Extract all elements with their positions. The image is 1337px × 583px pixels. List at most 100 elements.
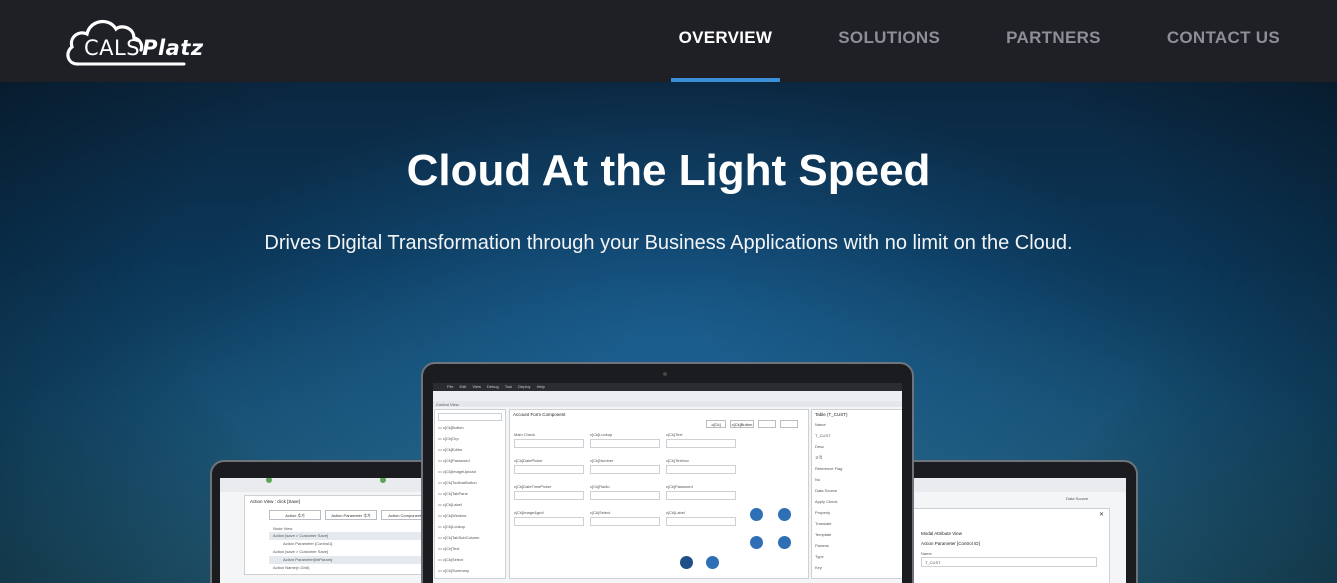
- right-side-label: Data Source: [1066, 496, 1089, 501]
- hero-title: Cloud At the Light Speed: [406, 146, 931, 195]
- center-form-canvas: Account Form Component c[Ck] c[Ck]Button…: [509, 409, 809, 579]
- property-item: Type: [815, 554, 824, 559]
- form-field-input: [590, 517, 660, 526]
- control-list-item: ▭ c[Ck]Summary: [438, 568, 470, 573]
- action-add-button: Action 추가: [269, 510, 321, 520]
- form-field-input: [666, 465, 736, 474]
- property-item: Data Source: [815, 488, 838, 493]
- center-menu-items: File Edit View Debug Tool Deploy Help: [447, 384, 545, 389]
- form-field-label: c[Ck]Password: [666, 484, 693, 489]
- center-toolbar: [433, 391, 902, 401]
- right-field-input: T_CUST: [921, 557, 1097, 567]
- form-field-label: c[Ck]Lookup: [590, 432, 613, 437]
- left-dialog-title: Action View : click [Save]: [250, 499, 300, 504]
- left-tablet-screen: Action View : click [Save] Action 추가 Act…: [220, 478, 438, 583]
- right-field-value: T_CUST: [925, 560, 941, 565]
- control-list-item: ▭ c[Ck]Password: [438, 458, 470, 463]
- form-field-input: [666, 439, 736, 448]
- right-field-label: Name: [921, 551, 932, 556]
- form-field-input: [514, 491, 584, 500]
- center-tablet-screen: File Edit View Debug Tool Deploy Help Control …: [433, 383, 902, 583]
- property-item: 고객: [815, 455, 823, 460]
- left-action-dialog: Action View : click [Save] Action 추가 Act…: [244, 495, 438, 575]
- form-field-input: [666, 517, 736, 526]
- center-menu-item: Help: [536, 384, 545, 389]
- property-item: No: [815, 477, 821, 482]
- left-tree-item: Action [save > Customer Save]: [273, 549, 329, 554]
- hero-subtitle: Drives Digital Transformation through yo…: [264, 232, 1073, 254]
- form-field-label: c[Ck]DatePicker: [514, 458, 543, 463]
- logo-wordmark: CALSPlatz: [84, 36, 204, 60]
- control-list-item: ▭ c[Ck]ToolbarButton: [438, 480, 477, 485]
- close-icon: ✕: [1098, 512, 1104, 518]
- center-form-title: Account Form Component: [513, 412, 566, 417]
- nav-item-partners[interactable]: PARTNERS: [973, 0, 1134, 82]
- right-tablet-screen: Data Source ✕ Modal Attribute View Actio…: [894, 478, 1126, 583]
- left-tree-item: Action Parameter[intParam]: [283, 557, 333, 562]
- center-tabbar: [433, 401, 902, 407]
- form-field-input: [590, 439, 660, 448]
- control-list-item: ▭ c[Ck]Text: [438, 546, 460, 551]
- camera-icon: [663, 372, 667, 376]
- main-menu: OVERVIEW SOLUTIONS PARTNERS CONTACT US: [646, 0, 1280, 82]
- window-icon: [778, 508, 791, 521]
- center-control-list: ▭ c[Ck]Button ▭ c[Ck]Grp ▭ c[Ck]Editor ▭ c[…: [434, 409, 506, 579]
- left-tablet-mockup: Action View : click [Save] Action 추가 Act…: [210, 460, 440, 583]
- right-dialog-title: Modal Attribute View: [921, 531, 962, 536]
- center-tablet-mockup: File Edit View Debug Tool Deploy Help Control …: [421, 362, 914, 583]
- mini-button: [758, 420, 776, 428]
- right-tablet-mockup: Data Source ✕ Modal Attribute View Actio…: [892, 460, 1138, 583]
- control-list-item: ▭ c[Ck]ImageUpload: [438, 469, 476, 474]
- control-list-item: ▭ c[Ck]Label: [438, 502, 462, 507]
- cals-platz-logo[interactable]: CALSPlatz: [64, 12, 214, 68]
- control-list-item: ▭ c[Ck]Grp: [438, 436, 459, 441]
- form-field-input: [590, 491, 660, 500]
- mini-button: c[Ck]Button: [730, 420, 754, 428]
- center-menu-item: Deploy: [518, 384, 531, 389]
- mini-button: c[Ck]: [706, 420, 726, 428]
- center-menu-item: View: [472, 384, 481, 389]
- form-field-label: c[Ck]Label: [666, 510, 685, 515]
- property-item: Apply Check: [815, 499, 838, 504]
- hero-section: Cloud At the Light Speed Drives Digital …: [0, 82, 1337, 583]
- right-dialog-subtitle: Action Parameter [Control ID]: [921, 541, 980, 546]
- property-item: T_CUST: [815, 433, 831, 438]
- center-panel-title: Control View: [436, 402, 459, 407]
- control-list-item: ▭ c[Ck]Button: [438, 425, 464, 430]
- left-tree-header: Node View: [273, 526, 293, 531]
- form-field-input: [514, 465, 584, 474]
- nav-item-overview[interactable]: OVERVIEW: [646, 0, 806, 82]
- center-menu-item: Tool: [504, 384, 513, 389]
- property-item: Key: [815, 565, 822, 570]
- control-list-item: ▭ c[Ck]Editor: [438, 447, 463, 452]
- top-nav-bar: CALSPlatz OVERVIEW SOLUTIONS PARTNERS CO…: [0, 0, 1337, 82]
- action-param-add-button: Action Parameter 추가: [325, 510, 377, 520]
- center-menu-item: Edit: [459, 384, 467, 389]
- logo-accent-text: Platz: [142, 36, 204, 60]
- left-tree-item: Action Parameter [Control1]: [283, 541, 333, 546]
- right-toolbar: [894, 478, 1126, 492]
- form-field-label: c[Ck]DateTimePicker: [514, 484, 552, 489]
- left-tree-item: Action [save > Customer Save]: [273, 533, 329, 538]
- form-field-label: c[Ck]Text: [666, 432, 683, 437]
- nav-item-solutions[interactable]: SOLUTIONS: [805, 0, 973, 82]
- form-field-label: c[Ck]Textbox: [666, 458, 689, 463]
- control-list-item: ▭ c[Ck]Select: [438, 557, 464, 562]
- tree-icon: [706, 556, 719, 569]
- property-item: Params: [815, 543, 829, 548]
- form-field-label: c[Ck]Select: [590, 510, 611, 515]
- left-toolbar: [220, 478, 438, 492]
- logo-main-text: CALS: [84, 36, 141, 60]
- form-field-label: Main Check: [514, 432, 536, 437]
- form-field-label: c[Ck]Radio: [590, 484, 610, 489]
- control-list-item: ▭ c[Ck]TabSubColumn: [438, 535, 480, 540]
- nav-item-contact-us[interactable]: CONTACT US: [1134, 0, 1280, 82]
- form-field-input: [514, 517, 584, 526]
- property-item: Desc: [815, 444, 825, 449]
- control-list-item: ▭ c[Ck]Lookup: [438, 524, 466, 529]
- right-panel-title: Table (T_CUST): [815, 412, 848, 417]
- form-field-input: [666, 491, 736, 500]
- left-tree-item: Action Name(n.Grid): [273, 565, 310, 570]
- form-field-label: c[Ck]Image&grid: [514, 510, 544, 515]
- right-modal-dialog: ✕ Modal Attribute View Action Parameter …: [900, 508, 1110, 583]
